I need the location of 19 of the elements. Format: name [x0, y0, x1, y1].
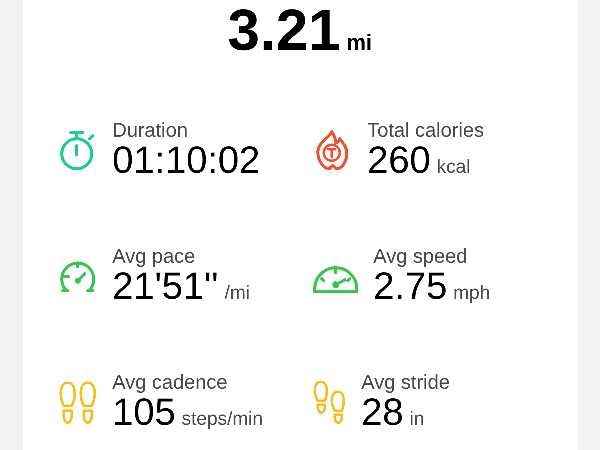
metric-unit: /mi — [224, 282, 250, 305]
metric-label: Avg speed — [374, 246, 469, 268]
distance-value: 3.21 — [228, 2, 341, 60]
metric-unit: mph — [453, 282, 490, 305]
distance-unit: mi — [346, 30, 372, 56]
metric-unit: steps/min — [182, 408, 264, 431]
metric-value: 01:10:02 — [112, 142, 260, 182]
metric-value: 105 — [112, 394, 176, 434]
metric-unit: kcal — [436, 157, 471, 179]
metric-value: 21'51'' — [112, 268, 219, 308]
metric-label: Total calories — [368, 120, 484, 142]
metric-unit: in — [410, 408, 425, 431]
metric-value: 28 — [362, 394, 404, 434]
metric-label: Avg pace — [112, 246, 197, 268]
metric-label: Duration — [112, 120, 190, 142]
metric-label: Avg cadence — [112, 372, 229, 394]
metric-value: 260 — [368, 142, 431, 182]
metric-label: Avg stride — [362, 372, 450, 394]
metric-value: 2.75 — [374, 268, 448, 308]
